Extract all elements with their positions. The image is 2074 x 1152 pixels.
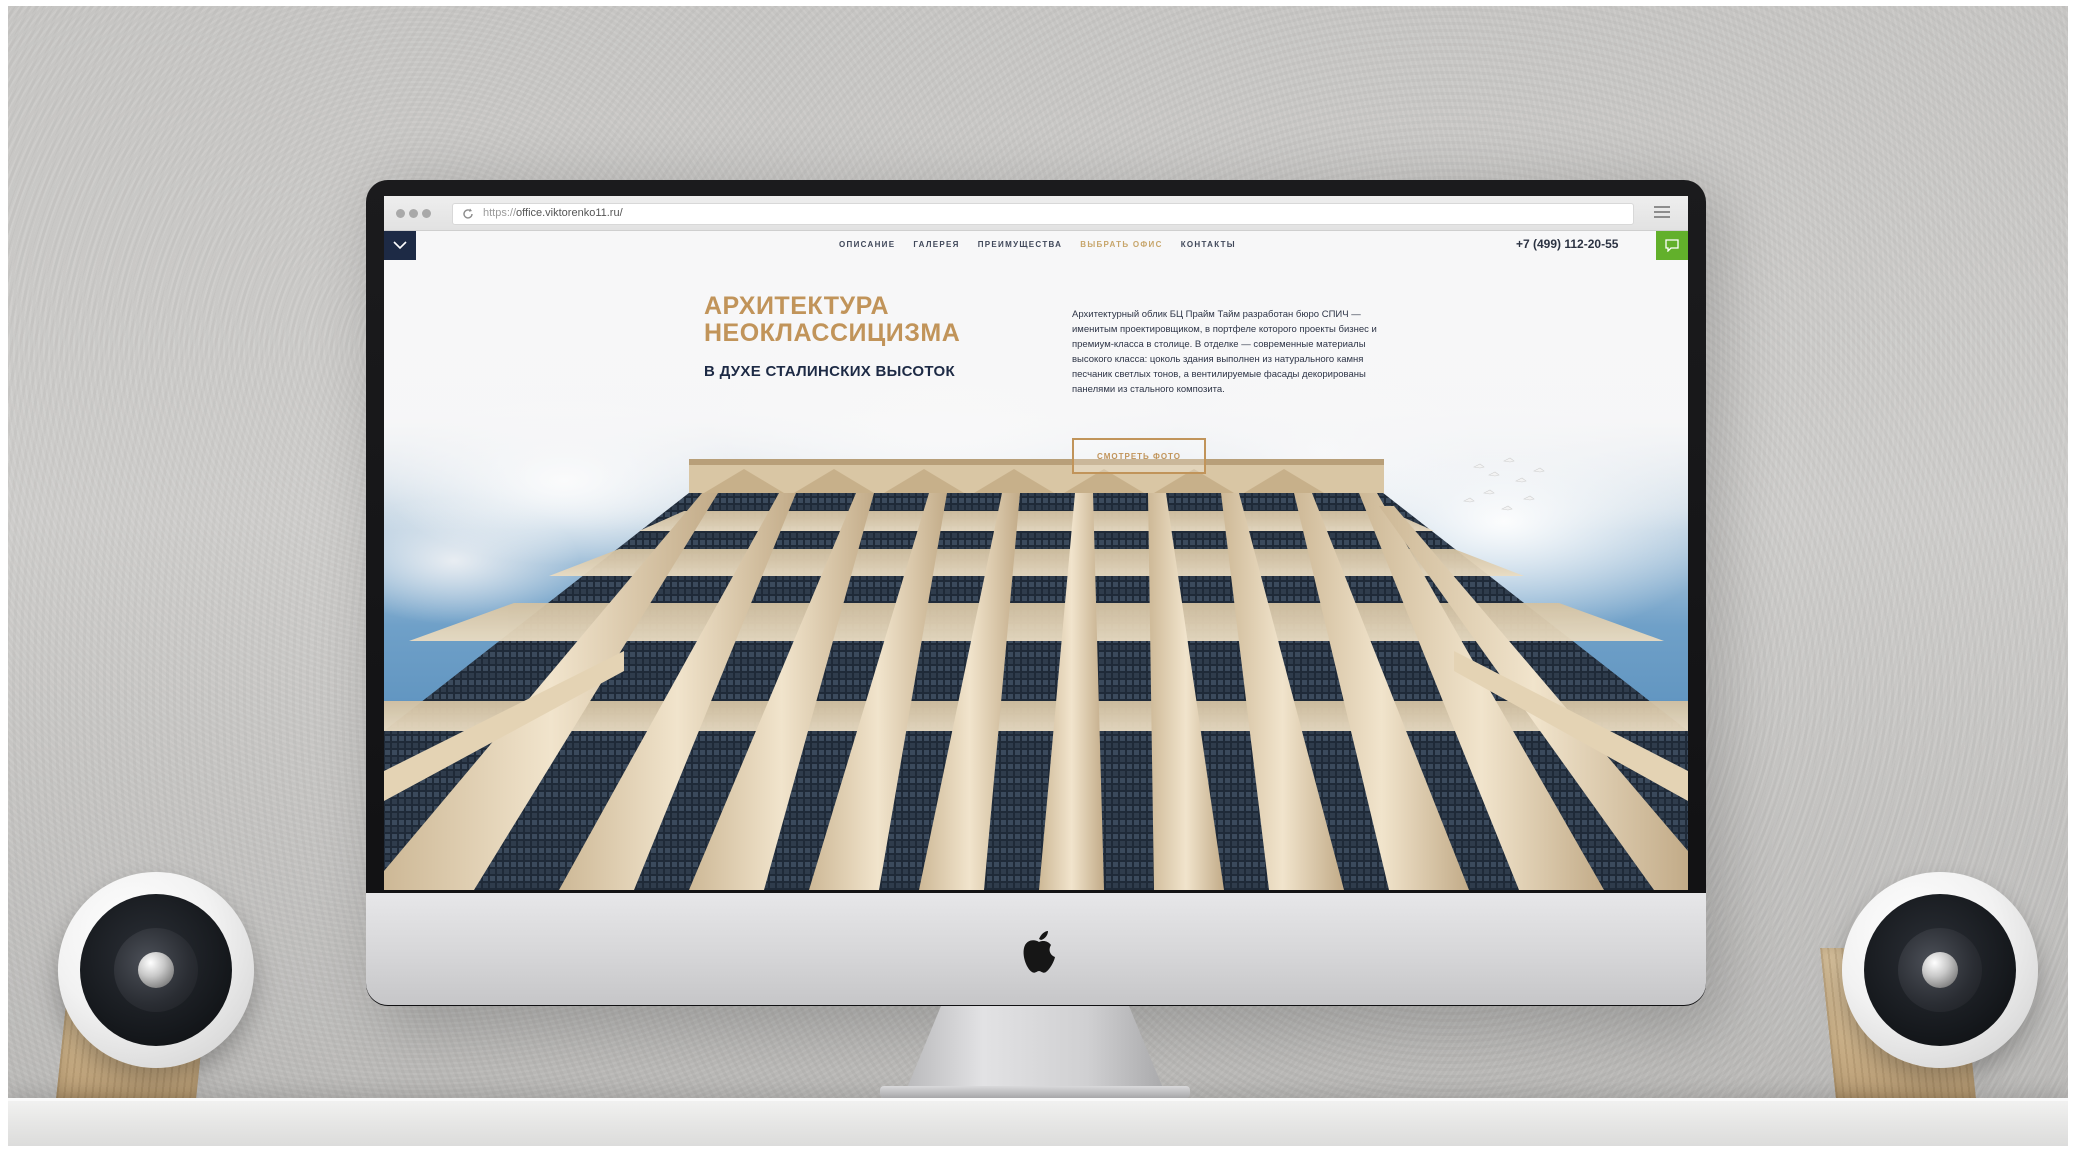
right-speaker: [1842, 872, 2038, 1068]
hero-description: Архитектурный облик БЦ Прайм Тайм разраб…: [1072, 309, 1377, 395]
web-page: ОПИСАНИЕ ГАЛЕРЕЯ ПРЕИМУЩЕСТВА ВЫБРАТЬ ОФ…: [384, 231, 1688, 890]
hero-title-line-1: АРХИТЕКТУРА: [704, 292, 890, 320]
right-speaker-cone: [1898, 928, 1982, 1012]
monitor-stand-base: [880, 1086, 1190, 1098]
nav-item-description[interactable]: ОПИСАНИЕ: [839, 240, 895, 249]
monitor-screen: https://office.viktorenko11.ru/ ОПИСАНИЕ…: [384, 196, 1688, 890]
url-host: office.viktorenko11.ru/: [516, 207, 623, 219]
window-dot[interactable]: [396, 209, 405, 218]
nav-toggle-button[interactable]: [384, 231, 416, 260]
left-speaker-cone: [114, 928, 198, 1012]
hamburger-menu-icon[interactable]: [1654, 206, 1670, 220]
hero-title-line-2: НЕОКЛАССИЦИЗМА: [704, 319, 961, 347]
view-photos-button[interactable]: СМОТРЕТЬ ФОТО: [1072, 438, 1206, 474]
shelf: [8, 1098, 2068, 1146]
nav-item-gallery[interactable]: ГАЛЕРЕЯ: [913, 240, 959, 249]
monitor-stand: [905, 1005, 1165, 1093]
chat-bubble-icon: [1665, 239, 1679, 252]
left-speaker-dustcap: [138, 952, 174, 988]
url-text: https://office.viktorenko11.ru/: [483, 207, 623, 219]
left-speaker-ring: [80, 894, 232, 1046]
chevron-down-icon: [393, 241, 407, 250]
nav-item-advantages[interactable]: ПРЕИМУЩЕСТВА: [978, 240, 1063, 249]
right-speaker-ring: [1864, 894, 2016, 1046]
reload-icon[interactable]: [461, 207, 475, 221]
apple-logo: [1023, 931, 1055, 973]
shelf-edge: [8, 1098, 2068, 1101]
right-speaker-dustcap: [1922, 952, 1958, 988]
url-protocol: https://: [483, 207, 517, 219]
address-bar[interactable]: https://office.viktorenko11.ru/: [452, 203, 1634, 225]
left-speaker: [58, 872, 254, 1068]
nav-item-contacts[interactable]: КОНТАКТЫ: [1181, 240, 1236, 249]
main-nav: ОПИСАНИЕ ГАЛЕРЕЯ ПРЕИМУЩЕСТВА ВЫБРАТЬ ОФ…: [839, 240, 1236, 249]
browser-toolbar: https://office.viktorenko11.ru/: [384, 196, 1688, 231]
chat-button[interactable]: [1656, 231, 1688, 260]
window-dot[interactable]: [409, 209, 418, 218]
hero-title: АРХИТЕКТУРА НЕОКЛАССИЦИЗМА: [704, 293, 1004, 347]
hero-subtitle: В ДУХЕ СТАЛИНСКИХ ВЫСОТОК: [704, 363, 955, 380]
nav-item-choose-office[interactable]: ВЫБРАТЬ ОФИС: [1080, 240, 1162, 249]
phone-number-link[interactable]: +7 (499) 112-20-55: [1516, 237, 1618, 251]
window-dot[interactable]: [422, 209, 431, 218]
birds-decoration: [1463, 457, 1545, 511]
